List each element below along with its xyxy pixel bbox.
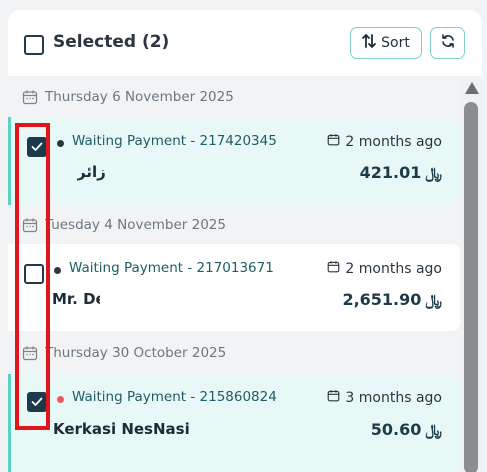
order-amount: 2,651.90 ﷼	[342, 290, 442, 309]
calendar-icon	[327, 133, 340, 150]
riyal-currency-icon: ﷼	[425, 290, 442, 309]
orders-list: Thursday 6 November 2025 Waiting Payment…	[8, 76, 460, 472]
calendar-icon	[327, 389, 340, 406]
order-amount: 421.01 ﷼	[359, 163, 442, 182]
date-label: Thursday 6 November 2025	[45, 89, 234, 105]
order-time: 3 months ago	[327, 389, 442, 406]
status-dot	[57, 140, 64, 147]
order-card[interactable]: Waiting Payment - 217420345 2 months ago…	[8, 117, 460, 205]
scrollbar-thumb[interactable]	[464, 102, 478, 472]
riyal-currency-icon: ﷼	[425, 420, 442, 439]
selected-count-title: Selected (2)	[53, 32, 170, 52]
customer-name: Kerkasi NesNasi	[53, 420, 190, 438]
refresh-button[interactable]	[430, 27, 465, 59]
date-label: Thursday 30 October 2025	[45, 345, 227, 361]
sort-icon	[362, 33, 377, 53]
sort-button[interactable]: Sort	[350, 27, 422, 59]
selection-header: Selected (2) Sort	[8, 10, 482, 76]
customer-name: Mr. De	[52, 290, 100, 308]
refresh-icon	[440, 33, 456, 53]
date-group-header: Tuesday 4 November 2025	[22, 215, 226, 235]
order-status: Waiting Payment - 217013671	[69, 260, 274, 276]
status-dot	[57, 396, 64, 403]
order-status: Waiting Payment - 215860824	[72, 389, 277, 405]
checkbox-highlight-annotation	[15, 123, 50, 430]
scroll-up-arrow-icon[interactable]	[465, 82, 479, 94]
order-card[interactable]: Waiting Payment - 215860824 3 months ago…	[8, 374, 460, 472]
order-amount: 50.60 ﷼	[370, 420, 442, 439]
customer-name: زائر	[77, 163, 106, 181]
calendar-icon	[22, 89, 38, 105]
order-card[interactable]: Waiting Payment - 217013671 2 months ago…	[8, 244, 460, 331]
sort-label: Sort	[381, 35, 410, 51]
riyal-currency-icon: ﷼	[425, 163, 442, 182]
order-time: 2 months ago	[327, 133, 442, 150]
date-label: Tuesday 4 November 2025	[45, 217, 226, 233]
order-time: 2 months ago	[327, 260, 442, 277]
calendar-icon	[327, 260, 340, 277]
order-status: Waiting Payment - 217420345	[72, 133, 277, 149]
status-dot	[54, 267, 61, 274]
select-all-checkbox[interactable]	[24, 35, 44, 55]
date-group-header: Thursday 30 October 2025	[22, 343, 226, 363]
date-group-header: Thursday 6 November 2025	[22, 87, 234, 107]
